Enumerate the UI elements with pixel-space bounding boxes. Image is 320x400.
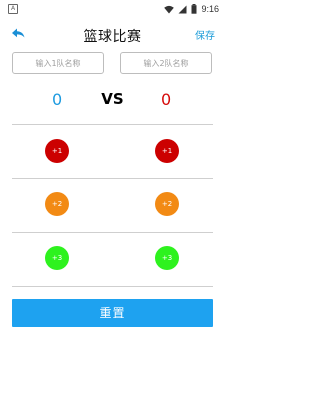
status-time: 9:16 [201,4,219,14]
team2-plus1-button[interactable]: +1 [155,139,179,163]
team1-plus3-button[interactable]: +3 [45,246,69,270]
page-title: 篮球比赛 [83,29,142,45]
vs-label: VS [101,90,124,108]
team-inputs [12,52,213,74]
status-bar: A 9:16 [0,0,225,18]
team2-name-input[interactable] [120,52,212,74]
reset-button[interactable]: 重置 [12,299,213,327]
divider [12,232,213,233]
team2-plus3-button[interactable]: +3 [155,246,179,270]
app-bar: 篮球比赛 保存 [0,18,225,50]
team2-score: 0 [161,90,172,109]
team2-plus2-button[interactable]: +2 [155,192,179,216]
save-button[interactable]: 保存 [195,27,215,42]
battery-icon [191,4,197,14]
team1-plus1-button[interactable]: +1 [45,139,69,163]
divider [12,178,213,179]
team1-plus2-button[interactable]: +2 [45,192,69,216]
notification-icon: A [8,4,18,14]
divider [12,286,213,287]
wifi-icon [164,5,175,13]
team1-name-input[interactable] [12,52,104,74]
divider [12,124,213,125]
status-icons: 9:16 [164,2,219,16]
score-line: 0 VS 0 [0,88,225,112]
signal-icon [178,5,187,13]
